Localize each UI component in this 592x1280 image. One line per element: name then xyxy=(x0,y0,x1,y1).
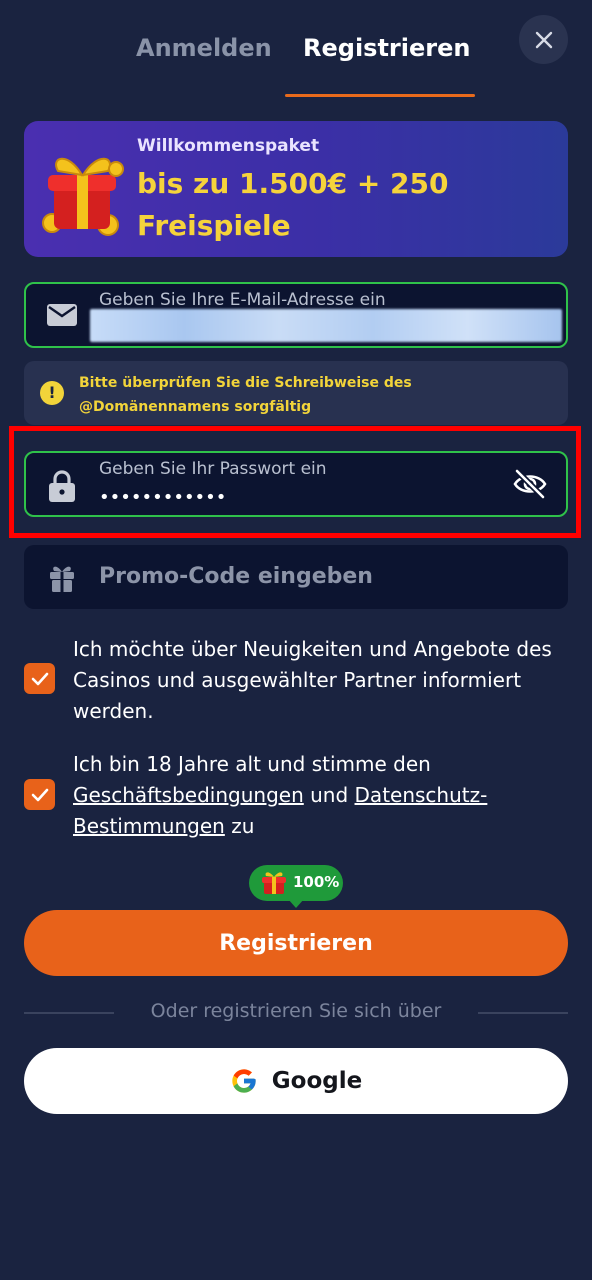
tab-register[interactable]: Registrieren xyxy=(303,34,470,62)
lock-icon xyxy=(49,470,75,502)
password-value: •••••••••••• xyxy=(99,487,227,508)
bonus-percent: 100% xyxy=(293,873,340,891)
email-value-redacted xyxy=(90,309,562,342)
newsletter-checkbox[interactable] xyxy=(24,663,55,694)
tab-login[interactable]: Anmelden xyxy=(136,34,272,62)
gift-box-icon xyxy=(262,872,286,894)
terms-checkbox[interactable] xyxy=(24,779,55,810)
email-label: Geben Sie Ihre E-Mail-Adresse ein xyxy=(99,290,386,310)
terms-middle: und xyxy=(303,783,355,807)
warning-icon: ! xyxy=(40,381,64,405)
checkmark-icon xyxy=(31,672,48,685)
divider-right xyxy=(478,1012,568,1014)
banner-headline: bis zu 1.500€ + 250 Freispiele xyxy=(137,167,449,242)
terms-prefix: Ich bin 18 Jahre alt und stimme den xyxy=(73,752,431,776)
google-signup-button[interactable]: Google xyxy=(24,1048,568,1114)
envelope-icon xyxy=(47,304,77,326)
checkmark-icon xyxy=(31,788,48,801)
close-button[interactable] xyxy=(519,15,568,64)
password-field[interactable]: Geben Sie Ihr Passwort ein •••••••••••• xyxy=(24,451,568,517)
google-icon xyxy=(232,1069,256,1093)
close-icon xyxy=(535,31,552,48)
domain-warning: ! Bitte überprüfen Sie die Schreibweise … xyxy=(24,361,568,425)
password-label: Geben Sie Ihr Passwort ein xyxy=(99,459,327,479)
google-label: Google xyxy=(271,1068,363,1094)
promo-code-placeholder: Promo-Code eingeben xyxy=(99,564,373,589)
promo-code-field[interactable]: Promo-Code eingeben xyxy=(24,545,568,609)
register-button[interactable]: Registrieren xyxy=(24,910,568,976)
banner-subtitle: Willkommenspaket xyxy=(137,136,320,156)
warning-text-line1: Bitte überprüfen Sie die Schreibweise de… xyxy=(79,375,412,391)
welcome-banner: Willkommenspaket bis zu 1.500€ + 250 Fre… xyxy=(24,121,568,257)
email-field[interactable]: Geben Sie Ihre E-Mail-Adresse ein xyxy=(24,282,568,348)
gift-icon xyxy=(50,566,74,592)
terms-suffix: zu xyxy=(224,814,255,838)
gift-box-icon xyxy=(42,157,124,236)
divider-text: Oder registrieren Sie sich über xyxy=(150,1000,442,1022)
terms-consent-text: Ich bin 18 Jahre alt und stimme den Gesc… xyxy=(73,749,563,842)
eye-off-icon[interactable] xyxy=(513,468,547,500)
warning-text-line2: @Domänennamens sorgfältig xyxy=(79,399,312,415)
terms-link[interactable]: Geschäftsbedingungen xyxy=(73,783,304,807)
newsletter-consent-text: Ich möchte über Neuigkeiten und Angebote… xyxy=(73,637,552,723)
active-tab-indicator xyxy=(285,94,475,97)
bonus-badge: 100% xyxy=(249,865,343,908)
